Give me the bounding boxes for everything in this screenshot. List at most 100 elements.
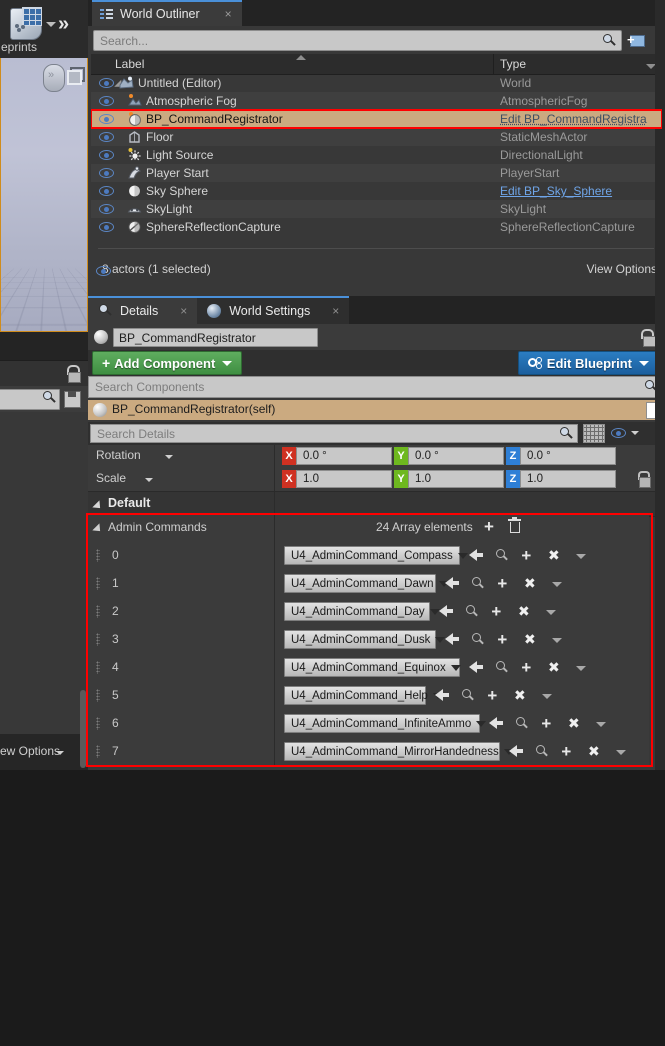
outliner-row-type-link[interactable]: Edit BP_Sky_Sphere <box>500 184 612 198</box>
plus-icon[interactable]: + <box>556 743 582 760</box>
chevron-down-icon[interactable] <box>534 687 560 704</box>
back-arrow-icon[interactable] <box>434 603 460 620</box>
save-icon[interactable] <box>64 391 81 408</box>
chevron-down-icon[interactable] <box>145 478 153 482</box>
close-icon[interactable]: × <box>332 304 339 318</box>
browse-icon[interactable] <box>490 547 516 564</box>
rotation-z-input[interactable]: 0.0 ° <box>520 447 616 465</box>
clear-icon[interactable]: ✖ <box>508 687 534 704</box>
browse-icon[interactable] <box>530 743 556 760</box>
outliner-row[interactable]: Floor StaticMeshActor <box>91 128 662 146</box>
chevron-down-icon[interactable] <box>165 455 173 459</box>
array-element-dropdown[interactable]: U4_AdminCommand_Dawn <box>284 574 449 593</box>
eye-icon[interactable] <box>99 204 114 214</box>
search-details-input[interactable]: Search Details <box>90 424 578 443</box>
back-arrow-icon[interactable] <box>464 547 490 564</box>
array-element-dropdown[interactable]: U4_AdminCommand_Compass <box>284 546 468 565</box>
back-arrow-icon[interactable] <box>440 575 466 592</box>
array-element-dropdown[interactable]: U4_AdminCommand_Equinox <box>284 658 461 677</box>
level-viewport[interactable] <box>0 58 88 332</box>
array-element-dropdown[interactable]: U4_AdminCommand_Dusk <box>284 630 446 649</box>
outliner-row[interactable]: Player Start PlayerStart <box>91 164 662 182</box>
plus-icon[interactable]: + <box>492 631 518 648</box>
blueprints-dropdown-caret[interactable] <box>46 22 56 27</box>
drag-handle[interactable] <box>96 549 100 562</box>
clear-icon[interactable]: ✖ <box>518 631 544 648</box>
plus-icon[interactable]: + <box>492 575 518 592</box>
chevron-down-icon[interactable] <box>568 659 594 676</box>
outliner-row[interactable]: Untitled (Editor) World <box>91 74 662 92</box>
chevron-down-icon[interactable] <box>544 631 570 648</box>
scale-y-input[interactable]: 1.0 <box>408 470 504 488</box>
drag-handle[interactable] <box>96 577 100 590</box>
actor-name-field[interactable]: BP_CommandRegistrator <box>113 328 318 347</box>
rotation-x-input[interactable]: 0.0 ° <box>296 447 392 465</box>
array-element-dropdown[interactable]: U4_AdminCommand_Day <box>284 602 440 621</box>
browse-icon[interactable] <box>466 631 492 648</box>
browse-icon[interactable] <box>456 687 482 704</box>
close-icon[interactable]: × <box>225 7 232 21</box>
chevron-down-icon[interactable] <box>588 715 614 732</box>
eye-icon[interactable] <box>99 78 114 88</box>
outliner-row[interactable]: Atmospheric Fog AtmosphericFog <box>91 92 662 110</box>
plus-icon[interactable]: + <box>482 687 508 704</box>
browse-icon[interactable] <box>466 575 492 592</box>
section-default[interactable]: Default <box>88 491 665 517</box>
browse-icon[interactable] <box>460 603 486 620</box>
plus-icon[interactable]: + <box>486 603 512 620</box>
viewport-expand-icon[interactable] <box>43 64 65 92</box>
column-header-label[interactable]: Label <box>115 57 144 71</box>
outliner-row[interactable]: Light Source DirectionalLight <box>91 146 662 164</box>
tab-world-outliner[interactable]: World Outliner × <box>92 0 242 26</box>
array-element-dropdown[interactable]: U4_AdminCommand_Help <box>284 686 443 705</box>
column-header-type[interactable]: Type <box>500 57 526 71</box>
outliner-row-type-link[interactable]: Edit BP_CommandRegistra <box>500 112 647 126</box>
back-arrow-icon[interactable] <box>440 631 466 648</box>
lock-icon[interactable] <box>64 365 81 383</box>
eye-icon[interactable] <box>99 96 114 106</box>
outliner-row[interactable]: SphereReflectionCapture SphereReflectionC… <box>91 218 662 236</box>
eye-icon[interactable] <box>99 186 114 196</box>
clear-icon[interactable]: ✖ <box>542 659 568 676</box>
chevron-down-icon[interactable] <box>608 743 634 760</box>
expander-icon[interactable] <box>92 523 104 535</box>
add-component-button[interactable]: + Add Component <box>92 351 243 375</box>
search-components-input[interactable]: Search Components <box>88 376 665 398</box>
drag-handle[interactable] <box>96 717 100 730</box>
left-view-options-button[interactable]: ew Options <box>0 740 88 764</box>
edit-blueprint-button[interactable]: Edit Blueprint <box>517 351 659 375</box>
add-element-icon[interactable]: + <box>484 517 494 536</box>
drag-handle[interactable] <box>96 605 100 618</box>
component-row-self[interactable]: BP_CommandRegistrator(self) <box>88 400 665 420</box>
array-element-dropdown[interactable]: U4_AdminCommand_MirrorHandedness <box>284 742 514 761</box>
close-icon[interactable]: × <box>180 304 187 318</box>
outliner-search-input[interactable]: Search... <box>93 30 622 51</box>
clear-icon[interactable]: ✖ <box>582 743 608 760</box>
back-arrow-icon[interactable] <box>504 743 530 760</box>
new-folder-icon[interactable]: + <box>627 32 645 48</box>
blueprint-icon[interactable] <box>8 6 44 40</box>
outliner-row[interactable]: SkyLight SkyLight <box>91 200 662 218</box>
lock-icon[interactable] <box>639 329 656 347</box>
plus-icon[interactable]: + <box>516 547 542 564</box>
outliner-view-options-label[interactable]: View Options <box>587 262 657 276</box>
delete-all-icon[interactable] <box>508 517 521 534</box>
ratio-lock-icon[interactable] <box>636 471 651 488</box>
rotation-y-input[interactable]: 0.0 ° <box>408 447 504 465</box>
eye-icon[interactable] <box>99 150 114 160</box>
back-arrow-icon[interactable] <box>430 687 456 704</box>
outliner-row[interactable]: Sky Sphere Edit BP_Sky_Sphere <box>91 182 662 200</box>
chevron-down-icon[interactable] <box>631 431 639 435</box>
drag-handle[interactable] <box>96 633 100 646</box>
drag-handle[interactable] <box>96 745 100 758</box>
browse-icon[interactable] <box>510 715 536 732</box>
chevron-down-icon[interactable] <box>568 547 594 564</box>
eye-icon[interactable] <box>99 132 114 142</box>
drag-handle[interactable] <box>96 689 100 702</box>
display-grid-toggle[interactable] <box>583 424 605 443</box>
tab-details[interactable]: Details × <box>88 296 198 324</box>
scale-x-input[interactable]: 1.0 <box>296 470 392 488</box>
browse-icon[interactable] <box>490 659 516 676</box>
viewport-maximize-icon[interactable] <box>67 67 85 85</box>
eye-icon[interactable] <box>99 168 114 178</box>
